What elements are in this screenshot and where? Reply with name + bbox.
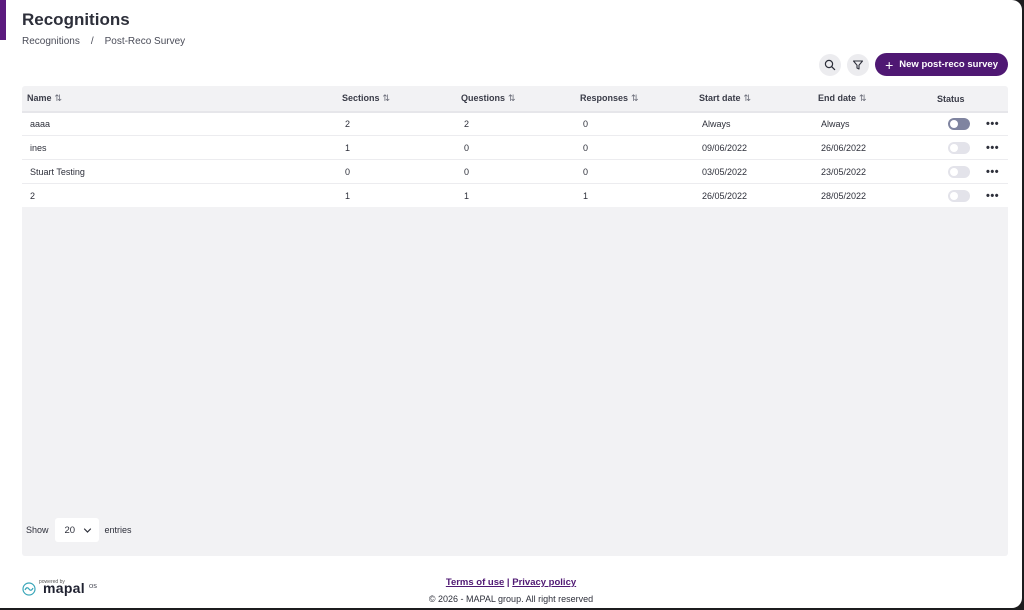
- privacy-policy-link[interactable]: Privacy policy: [512, 577, 576, 588]
- cell-sections: 2: [337, 111, 456, 135]
- breadcrumb: Recognitions / Post-Reco Survey: [22, 36, 185, 47]
- status-toggle[interactable]: [948, 141, 970, 154]
- table-row[interactable]: Stuart Testing 0 0 0 03/05/2022 23/05/20…: [22, 159, 1008, 183]
- filter-button[interactable]: [847, 53, 870, 76]
- cell-sections: 1: [337, 183, 456, 207]
- page-size-select[interactable]: 20: [54, 518, 99, 542]
- terms-of-use-link[interactable]: Terms of use: [446, 577, 504, 588]
- cell-end-date: Always: [813, 111, 932, 135]
- column-header-sections[interactable]: Sections ⇅: [337, 86, 456, 111]
- cell-actions: •••: [972, 111, 1008, 135]
- cell-name: 2: [22, 183, 337, 207]
- sort-icon: ⇅: [382, 93, 391, 103]
- cell-questions: 2: [456, 111, 575, 135]
- cell-end-date: 26/06/2022: [813, 135, 932, 159]
- status-toggle[interactable]: [948, 165, 970, 178]
- entries-label: entries: [104, 525, 132, 535]
- cell-actions: •••: [972, 135, 1008, 159]
- cell-responses: 1: [575, 183, 694, 207]
- column-header-actions: [972, 86, 1008, 111]
- status-toggle[interactable]: [948, 189, 970, 202]
- sort-icon: ⇅: [743, 93, 752, 103]
- column-header-status: Status: [937, 93, 965, 104]
- filter-icon: [853, 59, 864, 70]
- cell-start-date: 03/05/2022: [694, 159, 813, 183]
- cell-name: ines: [22, 135, 337, 159]
- sort-icon: ⇅: [859, 93, 867, 103]
- cell-questions: 0: [456, 159, 575, 183]
- breadcrumb-current: Post-Reco Survey: [104, 36, 186, 47]
- more-actions-icon[interactable]: •••: [980, 142, 999, 154]
- cell-actions: •••: [972, 183, 1008, 207]
- table-row[interactable]: ines 1 0 0 09/06/2022 26/06/2022 •••: [22, 135, 1008, 159]
- column-header-questions[interactable]: Questions ⇅: [456, 86, 575, 111]
- cell-start-date: Always: [694, 111, 813, 135]
- cell-end-date: 28/05/2022: [813, 183, 932, 207]
- cell-status: [932, 135, 972, 159]
- sort-icon: ⇅: [54, 93, 63, 103]
- cell-responses: 0: [575, 135, 694, 159]
- more-actions-icon[interactable]: •••: [980, 166, 999, 178]
- cell-sections: 0: [337, 159, 456, 183]
- cell-start-date: 09/06/2022: [694, 135, 813, 159]
- chevron-down-icon: [83, 527, 91, 533]
- column-header-end-date[interactable]: End date ⇅: [813, 86, 932, 111]
- column-header-name[interactable]: Name ⇅: [22, 86, 337, 111]
- search-icon: [824, 59, 836, 70]
- footer-divider: |: [506, 577, 510, 588]
- footer-links: Terms of use | Privacy policy: [0, 577, 1022, 588]
- cell-responses: 0: [575, 159, 694, 183]
- sort-icon: ⇅: [631, 93, 639, 103]
- sort-icon: ⇅: [508, 93, 516, 103]
- cell-sections: 1: [337, 135, 456, 159]
- new-post-reco-survey-button[interactable]: + New post-reco survey: [875, 53, 1008, 76]
- more-actions-icon[interactable]: •••: [980, 118, 999, 130]
- breadcrumb-parent[interactable]: Recognitions: [22, 36, 80, 47]
- status-toggle[interactable]: [948, 118, 970, 130]
- cell-status: [932, 183, 972, 207]
- cell-questions: 1: [456, 183, 575, 207]
- page-size-value: 20: [64, 524, 76, 536]
- copyright-text: © 2026 - MAPAL group. All right reserved: [428, 594, 594, 604]
- survey-table: Name ⇅ Sections ⇅ Questions ⇅ Responses ⇅ St…: [22, 86, 1008, 207]
- cell-actions: •••: [972, 159, 1008, 183]
- table-panel: Name ⇅ Sections ⇅ Questions ⇅ Responses ⇅ St…: [22, 86, 1008, 556]
- cell-end-date: 23/05/2022: [813, 159, 932, 183]
- cell-questions: 0: [456, 135, 575, 159]
- table-header-row: Name ⇅ Sections ⇅ Questions ⇅ Responses ⇅ St…: [22, 86, 1008, 111]
- more-actions-icon[interactable]: •••: [980, 190, 999, 202]
- show-label: Show: [26, 525, 49, 535]
- table-row[interactable]: 2 1 1 1 26/05/2022 28/05/2022 •••: [22, 183, 1008, 207]
- table-row[interactable]: aaaa 2 2 0 Always Always •••: [22, 111, 1008, 135]
- page-title: Recognitions: [22, 10, 130, 29]
- column-header-start-date[interactable]: Start date ⇅: [694, 86, 813, 111]
- cell-status: [932, 111, 972, 135]
- page-size-control: Show 20 entries: [26, 518, 132, 542]
- new-survey-label: New post-reco survey: [899, 59, 998, 70]
- breadcrumb-separator: /: [90, 36, 94, 47]
- column-header-responses[interactable]: Responses ⇅: [575, 86, 694, 111]
- cell-start-date: 26/05/2022: [694, 183, 813, 207]
- plus-icon: +: [885, 56, 894, 73]
- cell-responses: 0: [575, 111, 694, 135]
- cell-name: aaaa: [22, 111, 337, 135]
- accent-bar: [0, 0, 6, 40]
- cell-status: [932, 159, 972, 183]
- cell-name: Stuart Testing: [22, 159, 337, 183]
- toolbar: + New post-reco survey: [819, 53, 1008, 76]
- search-button[interactable]: [819, 53, 842, 76]
- app-window: Recognitions Recognitions / Post-Reco Su…: [0, 0, 1022, 608]
